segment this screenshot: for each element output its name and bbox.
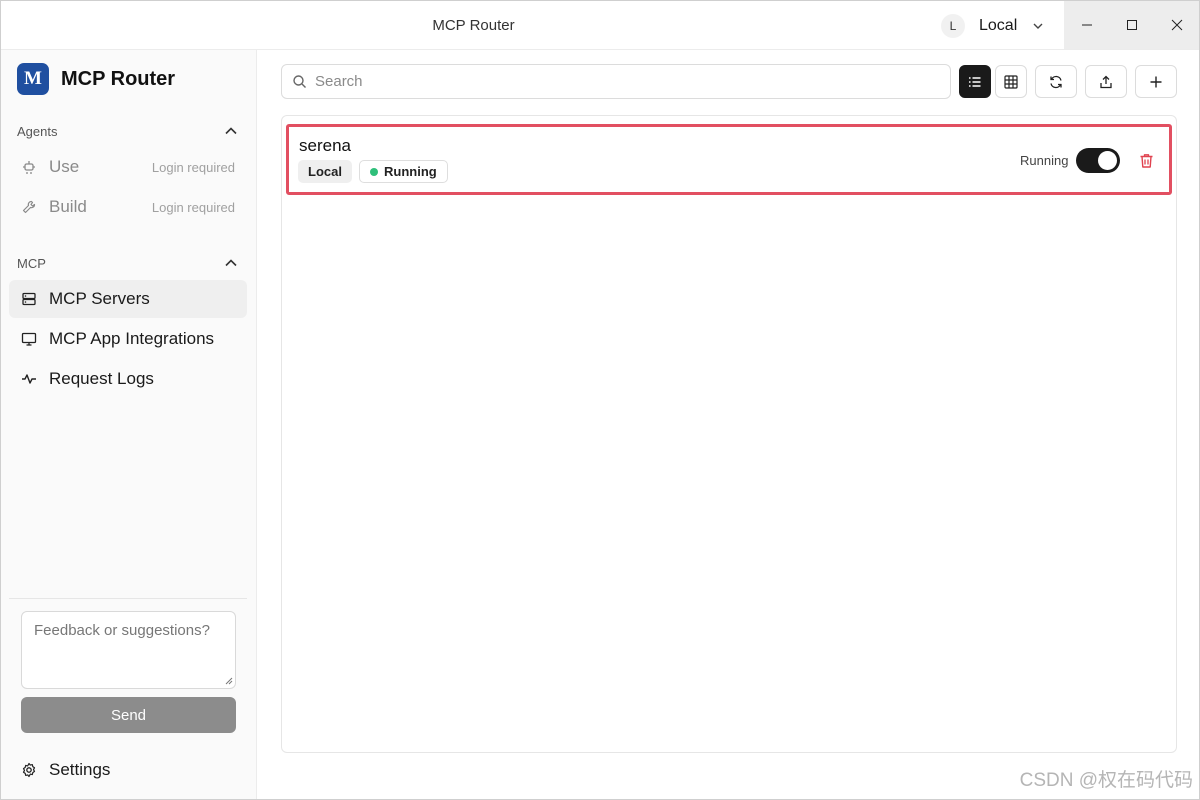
settings-label: Settings (49, 760, 111, 779)
sidebar: M MCP Router Agents Use Login required B… (1, 50, 257, 799)
login-required-hint: Login required (151, 159, 235, 175)
watermark: CSDN @权在码代码 (1019, 770, 1193, 791)
sidebar-divider (9, 598, 247, 599)
chevron-up-icon (225, 127, 237, 135)
window-title: MCP Router (432, 16, 515, 34)
sidebar-item-label: Request Logs (49, 369, 154, 388)
maximize-button[interactable] (1109, 1, 1154, 49)
grid-view-icon (1004, 74, 1018, 89)
toggle-knob (1098, 151, 1117, 170)
chevron-up-icon (225, 259, 237, 267)
status-dot (370, 167, 378, 176)
login-required-hint: Login required (151, 199, 235, 215)
app-window: MCP Router L Local M MCP Router Agents U… (0, 0, 1200, 800)
feedback-field[interactable] (21, 611, 236, 689)
plus-icon (1150, 76, 1162, 87)
settings-link[interactable]: Settings (21, 760, 110, 780)
title-bar: MCP Router L Local (1, 1, 1199, 50)
sidebar-item-mcp-servers[interactable]: MCP Servers (9, 280, 247, 318)
server-state-label: Running (1020, 153, 1069, 168)
search-box (281, 64, 951, 99)
maximize-icon (1126, 20, 1137, 30)
section-label-mcp: MCP (17, 255, 46, 271)
window-controls (1064, 1, 1199, 49)
app-logo: M (17, 63, 49, 95)
sidebar-item-use[interactable]: Use Login required (9, 148, 247, 186)
sidebar-item-build[interactable]: Build Login required (9, 188, 247, 226)
search-input[interactable] (315, 73, 915, 90)
server-list-panel (281, 115, 1177, 753)
gear-icon (22, 762, 36, 778)
status-badge: Running (359, 160, 448, 183)
trash-icon (1140, 154, 1152, 168)
close-icon (1171, 19, 1182, 31)
refresh-button[interactable] (1035, 65, 1077, 98)
agents-section-toggle[interactable]: Agents (17, 121, 239, 141)
minimize-button[interactable] (1064, 1, 1109, 49)
sidebar-item-request-logs[interactable]: Request Logs (9, 360, 247, 398)
server-enable-toggle[interactable] (1076, 148, 1120, 173)
server-icon (21, 291, 37, 307)
sidebar-item-label: Build (49, 197, 87, 216)
brand: M MCP Router (17, 63, 175, 95)
workspace-switcher[interactable]: L Local (941, 13, 1045, 39)
export-button[interactable] (1085, 65, 1127, 98)
add-server-button[interactable] (1135, 65, 1177, 98)
grid-view-button[interactable] (995, 65, 1027, 98)
activity-icon (21, 371, 37, 387)
server-card[interactable]: serena Local Running Running (286, 124, 1172, 195)
monitor-icon (21, 331, 37, 347)
sidebar-item-mcp-app-integrations[interactable]: MCP App Integrations (9, 320, 247, 358)
export-icon (1100, 75, 1112, 88)
scope-badge: Local (298, 160, 352, 183)
sidebar-item-label: Use (49, 157, 80, 176)
bot-icon (21, 159, 37, 175)
list-view-icon (968, 76, 981, 87)
resize-grip-icon[interactable] (224, 676, 233, 685)
sidebar-item-label: MCP Servers (49, 289, 150, 308)
status-badge-label: Running (384, 164, 437, 179)
close-button[interactable] (1154, 1, 1199, 49)
brand-name: MCP Router (61, 67, 176, 90)
wrench-icon (21, 199, 37, 215)
delete-server-button[interactable] (1137, 152, 1155, 170)
section-label-agents: Agents (17, 123, 58, 139)
refresh-icon (1050, 75, 1062, 88)
mcp-section-toggle[interactable]: MCP (17, 253, 239, 273)
server-name: serena (299, 136, 351, 155)
minimize-icon (1081, 24, 1092, 26)
workspace-avatar: L (941, 14, 965, 38)
list-view-button[interactable] (959, 65, 991, 98)
chevron-down-icon (1033, 23, 1043, 29)
workspace-name: Local (979, 17, 1018, 34)
search-icon (293, 75, 306, 88)
sidebar-item-label: MCP App Integrations (49, 329, 215, 348)
send-feedback-button[interactable]: Send (21, 697, 236, 733)
